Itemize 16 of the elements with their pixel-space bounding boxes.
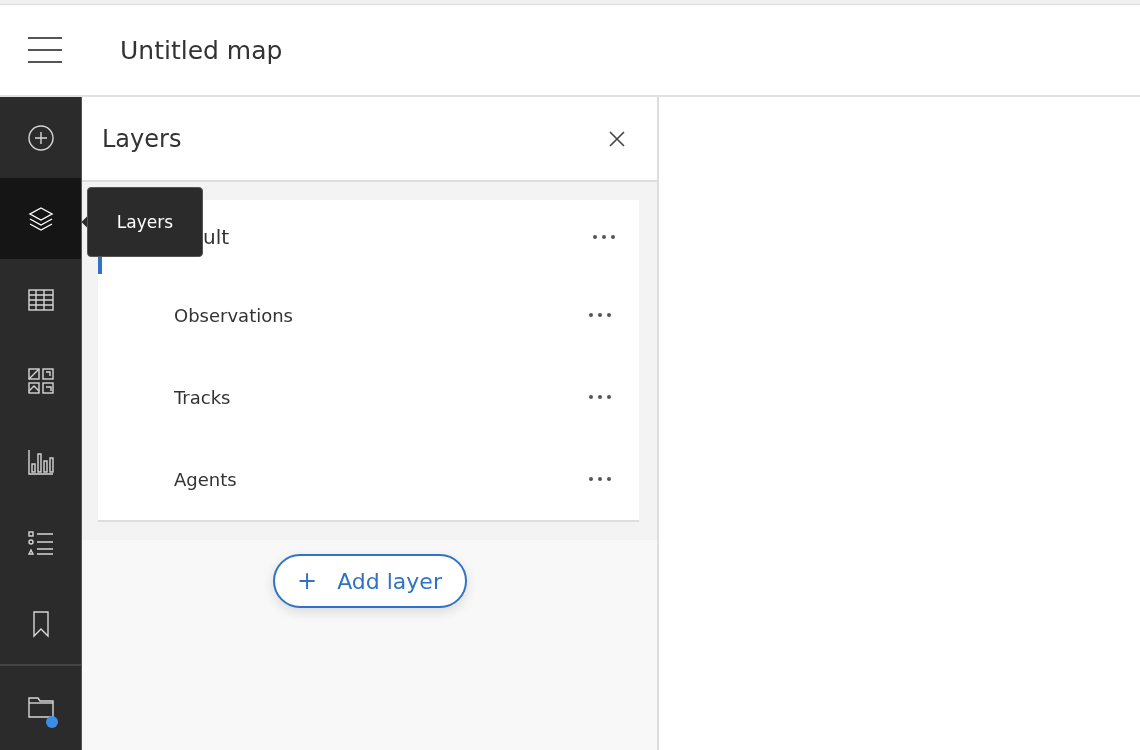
widgets-icon	[26, 366, 55, 395]
legend-icon	[26, 528, 55, 557]
close-button[interactable]	[607, 128, 627, 149]
layer-name[interactable]: Tracks	[174, 386, 231, 408]
layer-name[interactable]: Agents	[174, 468, 237, 490]
layers-tool-button[interactable]	[0, 178, 81, 259]
group-name: ult	[203, 225, 230, 249]
add-icon	[26, 123, 55, 152]
map-title: Untitled map	[120, 35, 283, 65]
layers-icon	[26, 204, 55, 233]
layer-name[interactable]: Observations	[174, 304, 293, 326]
add-layer-button[interactable]: + Add layer	[272, 554, 467, 608]
menu-button[interactable]	[28, 37, 62, 63]
panel-title: Layers	[102, 124, 182, 153]
chart-icon	[26, 447, 55, 476]
group-indicator	[98, 257, 102, 274]
